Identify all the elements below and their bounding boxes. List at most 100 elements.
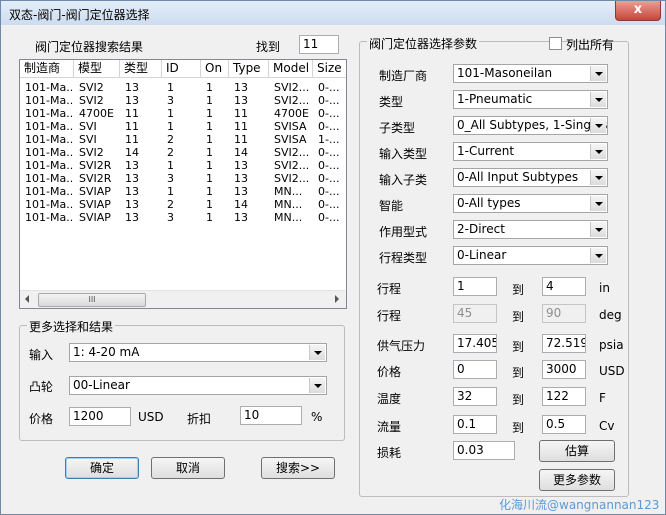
param-select[interactable]: 0-All types — [453, 194, 608, 213]
range-from-field[interactable]: 45 — [453, 304, 497, 323]
column-header[interactable]: 模型 — [74, 60, 120, 78]
range-to-field[interactable]: 4 — [542, 277, 586, 296]
cam-select[interactable]: 00-Linear — [69, 376, 327, 395]
param-label: 制造厂商 — [379, 69, 428, 83]
table-cell: 11 — [125, 107, 139, 120]
param-select[interactable]: 1-Current — [453, 142, 608, 161]
ok-button[interactable]: 确定 — [65, 457, 139, 479]
table-cell: 0-... — [318, 159, 340, 172]
column-header[interactable]: Size — [313, 60, 346, 78]
range-to-field[interactable]: 3000 — [542, 360, 586, 379]
param-label: 输入类型 — [379, 147, 428, 161]
param-select[interactable]: 2-Direct — [453, 220, 608, 239]
column-header[interactable]: ID — [162, 60, 201, 78]
table-cell: 11 — [234, 107, 248, 120]
range-from-field[interactable]: 0 — [453, 360, 497, 379]
range-to-field[interactable]: 90 — [542, 304, 586, 323]
scroll-right-icon[interactable] — [335, 295, 339, 303]
table-cell: 13 — [234, 211, 248, 224]
estimate-button[interactable]: 估算 — [539, 440, 615, 462]
range-unit: Cv — [599, 419, 615, 433]
scroll-thumb[interactable]: III — [38, 293, 146, 307]
discount-field[interactable]: 10 — [240, 406, 302, 425]
range-from-field[interactable]: 32 — [453, 387, 497, 406]
param-select[interactable]: 0-Linear — [453, 246, 608, 265]
table-cell: 11 — [234, 133, 248, 146]
range-to-field[interactable]: 122 — [542, 387, 586, 406]
param-label: 智能 — [379, 199, 404, 213]
table-row[interactable]: 101-Ma...SVI2131113SVI2...0-...2 — [20, 81, 346, 94]
column-header[interactable]: Model — [269, 60, 313, 78]
table-row[interactable]: 101-Ma...SVI111111SVISA0-...2 — [20, 120, 346, 133]
range-from-field[interactable]: 0.1 — [453, 415, 497, 434]
table-cell: 1-... — [318, 133, 340, 146]
range-unit: in — [599, 281, 610, 295]
loss-field[interactable]: 0.03 — [453, 441, 515, 460]
table-row[interactable]: 101-Ma...SVI112111SVISA1-...2 — [20, 133, 346, 146]
close-button[interactable]: x — [615, 1, 661, 21]
table-cell: 1 — [206, 133, 213, 146]
range-from-field[interactable]: 1 — [453, 277, 497, 296]
table-row[interactable]: 101-Ma...SVI2142114SVI2...0-...2 — [20, 146, 346, 159]
column-header[interactable]: 类型 — [120, 60, 162, 78]
param-select-value: 0-All types — [457, 196, 521, 210]
watermark: 化海川流@wangnannan123 — [499, 498, 660, 512]
table-cell: MN... — [274, 211, 303, 224]
chevron-down-icon — [590, 92, 606, 107]
table-row[interactable]: 101-Ma...SVIAP131113MN...0-...2 — [20, 185, 346, 198]
table-row[interactable]: 101-Ma...SVI2133113SVI2...0-...2 — [20, 94, 346, 107]
scroll-left-icon[interactable] — [25, 295, 29, 303]
range-to-label: 到 — [512, 366, 525, 380]
price-unit: USD — [138, 410, 164, 424]
table-cell: 101-Ma... — [25, 133, 74, 146]
param-label: 行程类型 — [379, 251, 428, 265]
more-params-button[interactable]: 更多参数 — [539, 469, 615, 491]
table-cell: 0-... — [318, 172, 340, 185]
table-row[interactable]: 101-Ma...SVIAP132114MN...0-...2 — [20, 198, 346, 211]
param-select[interactable]: 1-Pneumatic — [453, 90, 608, 109]
cancel-button[interactable]: 取消 — [151, 457, 225, 479]
table-cell: SVI2... — [274, 94, 310, 107]
price-field[interactable]: 1200 — [69, 407, 131, 426]
range-unit: F — [599, 391, 606, 405]
discount-label: 折扣 — [187, 412, 212, 426]
table-row[interactable]: 101-Ma...SVIAP133113MN...0-...2 — [20, 211, 346, 224]
param-select[interactable]: 101-Masoneilan — [453, 64, 608, 83]
table-cell: 11 — [234, 120, 248, 133]
table-cell: 2 — [167, 133, 174, 146]
input-select-value: 1: 4-20 mA — [73, 345, 140, 359]
table-cell: 101-Ma... — [25, 94, 74, 107]
found-label: 找到 — [256, 40, 281, 54]
table-cell: 13 — [234, 81, 248, 94]
range-to-field[interactable]: 72.519 — [542, 334, 586, 353]
title-bar[interactable]: 双态-阀门-阀门定位器选择 x — [1, 1, 665, 25]
table-cell: 11 — [125, 133, 139, 146]
results-list[interactable]: 制造商模型类型IDOnTypeModelSizeAc 101-Ma...SVI2… — [19, 59, 347, 309]
table-cell: 101-Ma... — [25, 81, 74, 94]
search-button[interactable]: 搜索>> — [261, 457, 335, 479]
table-row[interactable]: 101-Ma...SVI2R133113SVI2...0-...2 — [20, 172, 346, 185]
table-cell: 3 — [167, 211, 174, 224]
range-from-field[interactable]: 17.405 — [453, 334, 497, 353]
input-select[interactable]: 1: 4-20 mA — [69, 343, 327, 362]
table-cell: SVI2... — [274, 81, 310, 94]
horizontal-scrollbar[interactable]: III — [20, 290, 346, 308]
column-header[interactable]: Type — [229, 60, 269, 78]
table-cell: 13 — [125, 211, 139, 224]
param-select[interactable]: 0-All Input Subtypes — [453, 168, 608, 187]
column-header[interactable]: 制造商 — [20, 60, 74, 78]
table-row[interactable]: 101-Ma...SVI2R131113SVI2...0-...2 — [20, 159, 346, 172]
column-header[interactable]: On — [201, 60, 229, 78]
list-all-checkbox[interactable] — [549, 37, 562, 50]
table-row[interactable]: 101-Ma...4700E1111114700E0-...0 — [20, 107, 346, 120]
chevron-down-icon — [590, 144, 606, 159]
table-cell: SVI2... — [274, 146, 310, 159]
found-count-field[interactable]: 11 — [299, 35, 339, 54]
range-label: 流量 — [377, 420, 402, 434]
param-select-value: 0_All Subtypes, 1-Single a... — [457, 118, 608, 132]
param-select[interactable]: 0_All Subtypes, 1-Single a... — [453, 116, 608, 135]
table-cell: 3 — [167, 94, 174, 107]
range-to-field[interactable]: 0.5 — [542, 415, 586, 434]
table-cell: 13 — [125, 81, 139, 94]
chevron-down-icon — [590, 118, 606, 133]
